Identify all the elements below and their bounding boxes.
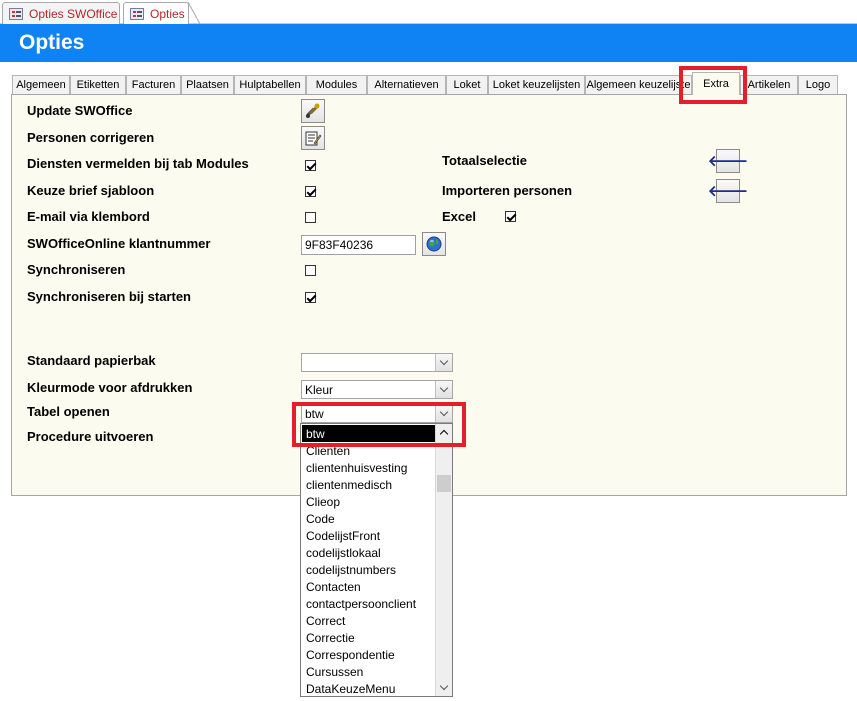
tab-extra[interactable]: Extra xyxy=(692,72,740,95)
form-icon xyxy=(9,7,23,20)
email-label: E-mail via klembord xyxy=(27,209,150,224)
tab-label: Plaatsen xyxy=(186,79,229,91)
list-item[interactable]: codelijstlokaal xyxy=(302,544,435,561)
tab-alternatieven[interactable]: Alternatieven xyxy=(367,75,446,94)
importeren-personen-button[interactable]: 🡐 xyxy=(708,179,748,203)
update-swoffice-button[interactable] xyxy=(301,99,325,123)
tab-edge-decoration xyxy=(188,2,201,24)
list-item[interactable]: Code xyxy=(302,510,435,527)
list-item[interactable]: codelijstnumbers xyxy=(302,561,435,578)
highlight-tabel-openen xyxy=(292,402,466,447)
list-item[interactable]: Correct xyxy=(302,612,435,629)
keuze-brief-label: Keuze brief sjabloon xyxy=(27,183,155,198)
totaalselectie-button[interactable]: 🡐 xyxy=(708,149,748,173)
chevron-down-icon[interactable] xyxy=(436,679,452,696)
personen-corrigeren-button[interactable] xyxy=(301,126,325,150)
list-item[interactable]: DataKeuzeMenu xyxy=(302,680,435,697)
tab-loket[interactable]: Loket xyxy=(446,75,488,94)
tab-modules[interactable]: Modules xyxy=(306,75,367,94)
kleurmode-select[interactable]: Kleur xyxy=(301,380,453,399)
excel-label: Excel xyxy=(442,209,476,224)
tab-etiketten[interactable]: Etiketten xyxy=(70,75,126,94)
arrow-left-icon: 🡐 xyxy=(707,182,749,200)
tab-label: Loket xyxy=(453,79,481,91)
tabel-openen-label: Tabel openen xyxy=(27,404,110,419)
list-item[interactable]: clientenhuisvesting xyxy=(302,459,435,476)
arrow-left-icon: 🡐 xyxy=(707,152,749,170)
kleurmode-value: Kleur xyxy=(305,382,334,397)
tabel-openen-dropdown-list[interactable]: btw Clienten clientenhuisvesting cliente… xyxy=(300,423,453,697)
tab-label: Loket keuzelijsten xyxy=(492,79,581,91)
list-item[interactable]: CodelijstFront xyxy=(302,527,435,544)
tools-icon xyxy=(306,103,320,118)
excel-checkbox[interactable] xyxy=(505,211,516,222)
keuze-brief-checkbox[interactable] xyxy=(305,186,316,197)
list-item[interactable]: Correspondentie xyxy=(302,646,435,663)
synchroniseren-checkbox[interactable] xyxy=(305,265,316,276)
klantnummer-online-button[interactable] xyxy=(422,232,446,256)
tab-label: Algemeen keuzelijste xyxy=(586,79,691,91)
klantnummer-label: SWOfficeOnline klantnummer xyxy=(27,236,211,251)
list-item[interactable]: clientenmedisch xyxy=(302,476,435,493)
chevron-down-icon[interactable] xyxy=(435,381,452,398)
form-icon xyxy=(130,8,144,20)
totaalselectie-label: Totaalselectie xyxy=(442,153,528,168)
klantnummer-field[interactable]: 9F83F40236 xyxy=(301,235,416,255)
list-item[interactable]: Contacten xyxy=(302,578,435,595)
globe-icon xyxy=(426,236,442,252)
tab-loket-keuzelijsten[interactable]: Loket keuzelijsten xyxy=(488,75,585,94)
importeren-personen-label: Importeren personen xyxy=(442,183,573,198)
dropdown-scrollbar[interactable] xyxy=(435,424,452,696)
synchroniseren-starten-checkbox[interactable] xyxy=(305,292,316,303)
list-item[interactable]: contactpersoonclient xyxy=(302,595,435,612)
tab-label: Artikelen xyxy=(747,79,791,91)
personen-label: Personen corrigeren xyxy=(27,130,155,145)
tab-label: Etiketten xyxy=(76,79,120,91)
chevron-down-icon[interactable] xyxy=(435,354,452,371)
tab-facturen[interactable]: Facturen xyxy=(126,75,181,94)
edit-form-icon xyxy=(305,131,322,146)
doc-tab-opties-swoffice[interactable]: Opties SWOffice xyxy=(2,2,120,24)
scrollbar-thumb[interactable] xyxy=(437,475,451,492)
update-label: Update SWOffice xyxy=(27,103,133,118)
page-title: Opties xyxy=(19,31,85,54)
doc-tab-opties[interactable]: Opties xyxy=(123,2,189,25)
tab-algemeen[interactable]: Algemeen xyxy=(12,75,70,94)
list-item[interactable]: Correctie xyxy=(302,629,435,646)
tab-hulptabellen[interactable]: Hulptabellen xyxy=(234,75,306,94)
tab-label: Extra xyxy=(703,78,729,90)
document-tab-bar: Opties SWOffice Opties xyxy=(0,0,857,25)
tab-logo[interactable]: Logo xyxy=(798,75,838,94)
list-item[interactable]: Clieop xyxy=(302,493,435,510)
tab-plaatsen[interactable]: Plaatsen xyxy=(181,75,234,94)
tab-artikelen[interactable]: Artikelen xyxy=(740,75,798,94)
procedure-uitvoeren-label: Procedure uitvoeren xyxy=(27,429,154,444)
tab-label: Logo xyxy=(805,79,831,91)
tab-label: Facturen xyxy=(131,79,176,91)
tab-label: Algemeen xyxy=(16,79,66,91)
diensten-label: Diensten vermelden bij tab Modules xyxy=(27,156,249,171)
tab-label: Alternatieven xyxy=(374,79,439,91)
tab-label: Modules xyxy=(315,79,358,91)
papierbak-label: Standaard papierbak xyxy=(27,353,156,368)
list-item[interactable]: Cursussen xyxy=(302,663,435,680)
papierbak-select[interactable] xyxy=(301,353,453,372)
synchroniseren-starten-label: Synchroniseren bij starten xyxy=(27,289,191,304)
tab-label: Hulptabellen xyxy=(239,79,301,91)
synchroniseren-label: Synchroniseren xyxy=(27,262,126,277)
diensten-checkbox[interactable] xyxy=(305,160,316,171)
doc-tab-label: Opties xyxy=(150,7,185,21)
tab-algemeen-keuzelijsten[interactable]: Algemeen keuzelijste xyxy=(585,75,692,94)
form-header: Opties xyxy=(0,24,857,62)
doc-tab-label: Opties SWOffice xyxy=(29,6,118,21)
email-klembord-checkbox[interactable] xyxy=(305,212,316,223)
kleurmode-label: Kleurmode voor afdrukken xyxy=(27,380,193,395)
